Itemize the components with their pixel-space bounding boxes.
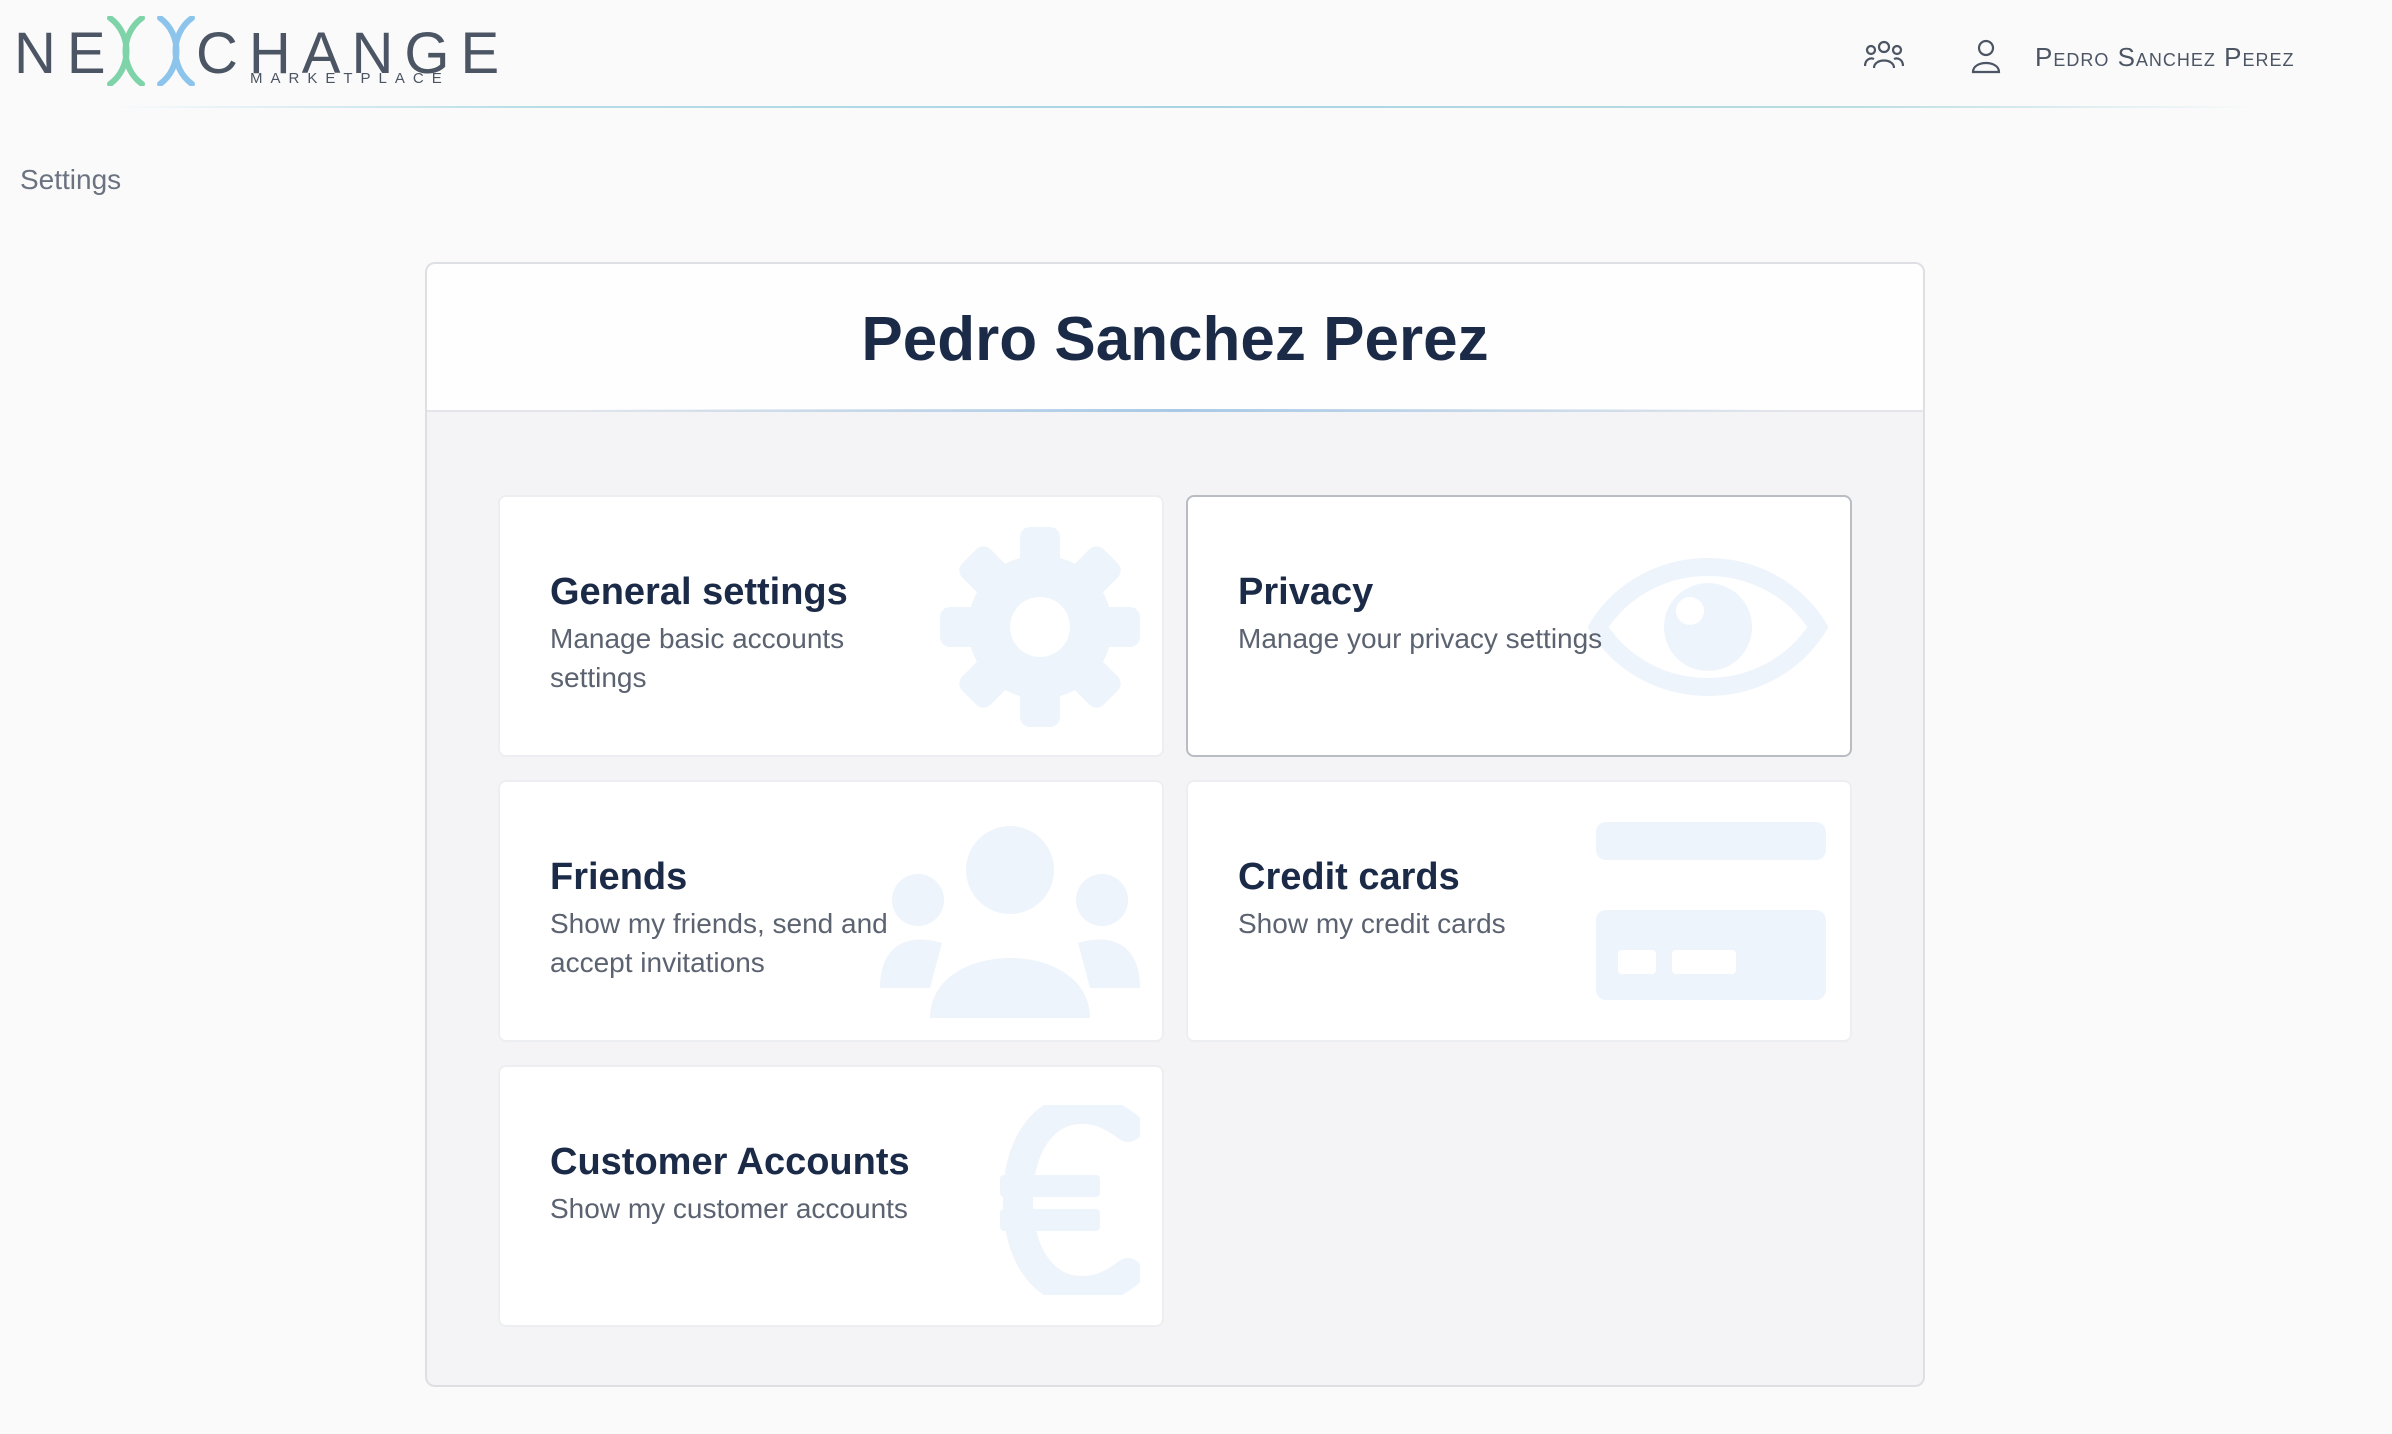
user-icon[interactable] <box>1970 38 2002 74</box>
header-divider <box>110 106 2260 108</box>
card-friends[interactable]: Friends Show my friends, send and accept… <box>498 780 1164 1042</box>
card-description: Manage basic accounts settings <box>550 623 845 693</box>
euro-icon <box>1000 1105 1140 1295</box>
page-title: Pedro Sanchez Perez <box>861 305 1489 374</box>
panel-header: Pedro Sanchez Perez <box>427 264 1923 412</box>
card-description: Show my credit cards <box>1238 908 1506 939</box>
header-user-name[interactable]: Pedro Sanchez Perez <box>2035 42 2295 73</box>
card-title: Credit cards <box>1238 856 1460 898</box>
logo[interactable]: NE CHANGE MARKETPLACE <box>14 14 499 88</box>
panel-header-divider <box>567 409 1787 412</box>
credit-card-icon <box>1596 822 1826 1000</box>
card-credit-cards[interactable]: Credit cards Show my credit cards <box>1186 780 1852 1042</box>
card-title: Customer Accounts <box>550 1141 910 1183</box>
friends-icon[interactable] <box>1864 38 1904 72</box>
gear-icon <box>940 527 1140 727</box>
logo-subtitle: MARKETPLACE <box>250 70 450 87</box>
card-general-settings[interactable]: General settings Manage basic accounts s… <box>498 495 1164 757</box>
top-header: NE CHANGE MARKETPLACE Pedro Sanchez Pere… <box>0 0 2392 108</box>
eye-icon <box>1588 558 1828 696</box>
card-customer-accounts[interactable]: Customer Accounts Show my customer accou… <box>498 1065 1164 1327</box>
card-description: Show my customer accounts <box>550 1193 908 1224</box>
card-description: Manage your privacy settings <box>1238 623 1603 654</box>
card-title: Friends <box>550 856 688 898</box>
card-description: Show my friends, send and accept invitat… <box>550 908 888 978</box>
card-title: General settings <box>550 571 848 613</box>
breadcrumb: Settings <box>20 164 122 195</box>
card-privacy[interactable]: Privacy Manage your privacy settings <box>1186 495 1852 757</box>
settings-panel: Pedro Sanchez Perez General settings Man… <box>425 262 1925 1387</box>
card-title: Privacy <box>1238 571 1374 613</box>
